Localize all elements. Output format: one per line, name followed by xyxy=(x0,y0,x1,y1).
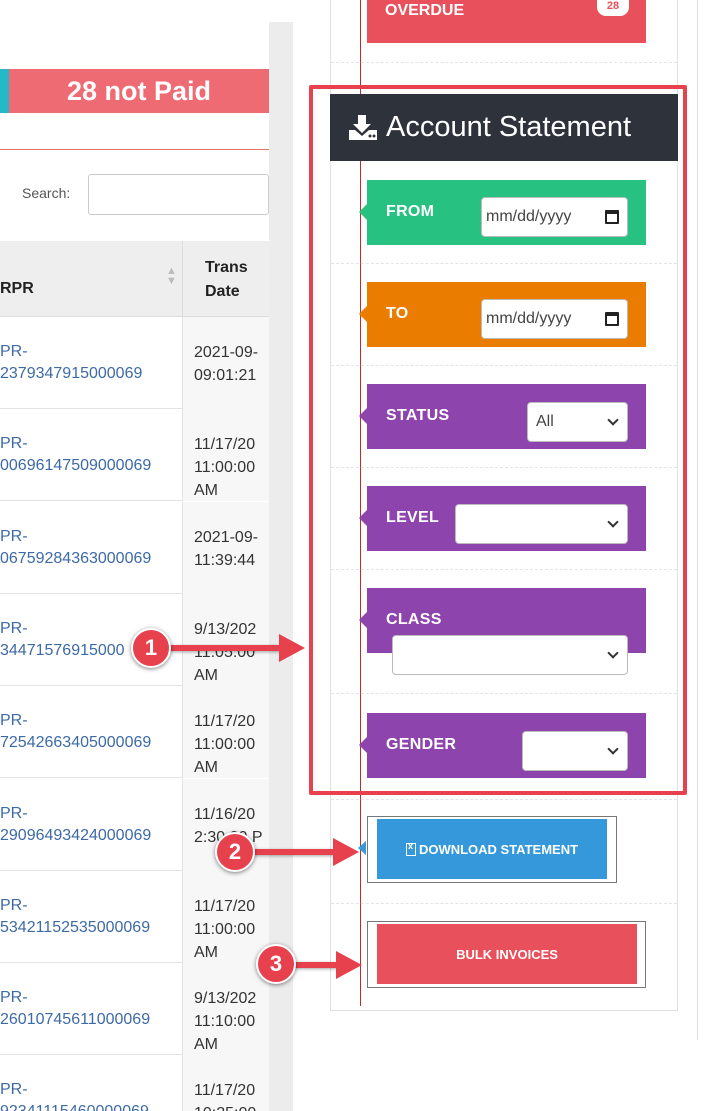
trans-date-cell: 9/13/202 11:10:00 AM xyxy=(182,963,269,1056)
rpr-link[interactable]: PR- 2379347915000069 xyxy=(0,341,142,385)
table-row: PR- 92341115460000069 11/17/20 10:25:00 xyxy=(0,1055,269,1111)
trans-date-value: 2021-09- 09:01:21 xyxy=(194,344,259,384)
paid-summary-stub xyxy=(0,69,9,113)
annotation-arrow-3 xyxy=(293,962,339,968)
trans-date-value: 9/13/202 11:10:00 AM xyxy=(194,990,257,1054)
annotation-arrow-1 xyxy=(165,645,283,651)
rpr-cell: PR- 92341115460000069 xyxy=(0,1055,182,1111)
sort-icon[interactable]: ▲ ▼ xyxy=(166,266,177,287)
table-row: PR- 00696147509000069 11/17/20 11:00:00 A… xyxy=(0,409,269,502)
rpr-cell: PR- 00696147509000069 xyxy=(0,409,182,501)
rpr-cell: PR- 53421152535000069 xyxy=(0,871,182,963)
annotation-marker-3: 3 xyxy=(256,944,296,984)
rpr-link[interactable]: PR- 92341115460000069 xyxy=(0,1079,149,1111)
rpr-link[interactable]: PR- 26010745611000069 xyxy=(0,987,150,1031)
rpr-cell: PR- 26010745611000069 xyxy=(0,963,182,1055)
separator xyxy=(331,62,677,63)
bulk-invoices-button[interactable]: BULK INVOICES xyxy=(377,924,637,984)
search-label: Search: xyxy=(22,185,71,201)
annotation-marker-1: 1 xyxy=(131,628,171,668)
annotation-arrowhead-3 xyxy=(336,951,362,979)
trans-date-value: 11/17/20 11:00:00 AM xyxy=(194,436,256,500)
excel-file-icon xyxy=(405,841,416,856)
trans-date-cell: 11/17/20 11:00:00 AM xyxy=(182,870,269,963)
highlight-box xyxy=(309,85,687,795)
column-header-trans-date[interactable]: Trans Date xyxy=(205,256,248,304)
table-row: PR- 2379347915000069 2021-09- 09:01:21 xyxy=(0,317,269,409)
overdue-count-badge: 28 xyxy=(597,0,629,16)
rpr-cell: PR- 29096493424000069 xyxy=(0,779,182,871)
annotation-arrowhead-2 xyxy=(333,838,359,866)
trans-date-value: 2021-09- 11:39:44 xyxy=(194,528,259,569)
table-row: PR- 72542663405000069 11/17/20 11:00:00 A… xyxy=(0,686,269,779)
sidebar-edge xyxy=(697,0,698,1040)
separator xyxy=(331,799,677,800)
rpr-link[interactable]: PR- 00696147509000069 xyxy=(0,433,151,477)
table-row: PR- 26010745611000069 9/13/202 11:10:00 A… xyxy=(0,963,269,1056)
trans-date-cell: 2021-09- 09:01:21 xyxy=(182,317,269,409)
download-statement-button[interactable]: DOWNLOAD STATEMENT xyxy=(377,819,607,879)
table-row: PR- 06759284363000069 2021-09- 11:39:44 xyxy=(0,501,269,594)
overdue-label: OVERDUE xyxy=(385,2,465,19)
trans-date-value: 11/17/20 10:25:00 xyxy=(194,1082,256,1111)
rpr-cell: PR- 2379347915000069 xyxy=(0,317,182,409)
annotation-marker-2: 2 xyxy=(215,832,255,872)
trans-date-cell: 11/17/20 11:00:00 AM xyxy=(182,409,269,502)
trans-date-value: 9/13/202 11:05:00 AM xyxy=(194,620,257,684)
rpr-link[interactable]: PR- 29096493424000069 xyxy=(0,803,151,847)
screen: 28 not Paid Search: RPR ▲ ▼ Trans Date PR… xyxy=(0,0,722,1111)
trans-date-cell: 11/17/20 11:00:00 AM xyxy=(182,686,269,779)
trans-date-cell: 2021-09- 11:39:44 xyxy=(182,501,269,594)
rpr-link[interactable]: PR- 53421152535000069 xyxy=(0,895,150,939)
rpr-link[interactable]: PR- 34471576915000 xyxy=(0,618,125,662)
section-divider xyxy=(0,149,269,150)
download-caret xyxy=(358,841,366,855)
table-row: PR- 53421152535000069 11/17/20 11:00:00 A… xyxy=(0,870,269,963)
bulk-invoices-label: BULK INVOICES xyxy=(456,946,558,962)
search-input[interactable] xyxy=(88,174,269,215)
rpr-link[interactable]: PR- 06759284363000069 xyxy=(0,526,151,570)
column-divider xyxy=(182,241,183,317)
trans-date-text: Trans Date xyxy=(205,259,248,300)
separator xyxy=(331,903,677,904)
trans-date-cell: 11/17/20 10:25:00 xyxy=(182,1055,269,1111)
download-statement-label: DOWNLOAD STATEMENT xyxy=(418,841,579,857)
rpr-cell: PR- 72542663405000069 xyxy=(0,686,182,778)
not-paid-badge: 28 not Paid xyxy=(9,69,269,113)
trans-date-cell: 9/13/202 11:05:00 AM xyxy=(182,593,269,686)
rpr-cell: PR- 06759284363000069 xyxy=(0,502,182,594)
annotation-arrow-2 xyxy=(250,849,336,855)
rpr-link[interactable]: PR- 72542663405000069 xyxy=(0,710,151,754)
trans-date-value: 11/17/20 11:00:00 AM xyxy=(194,897,256,961)
column-header-rpr[interactable]: RPR xyxy=(0,280,34,298)
trans-date-value: 11/17/20 11:00:00 AM xyxy=(194,713,256,777)
annotation-arrowhead-1 xyxy=(279,634,305,662)
